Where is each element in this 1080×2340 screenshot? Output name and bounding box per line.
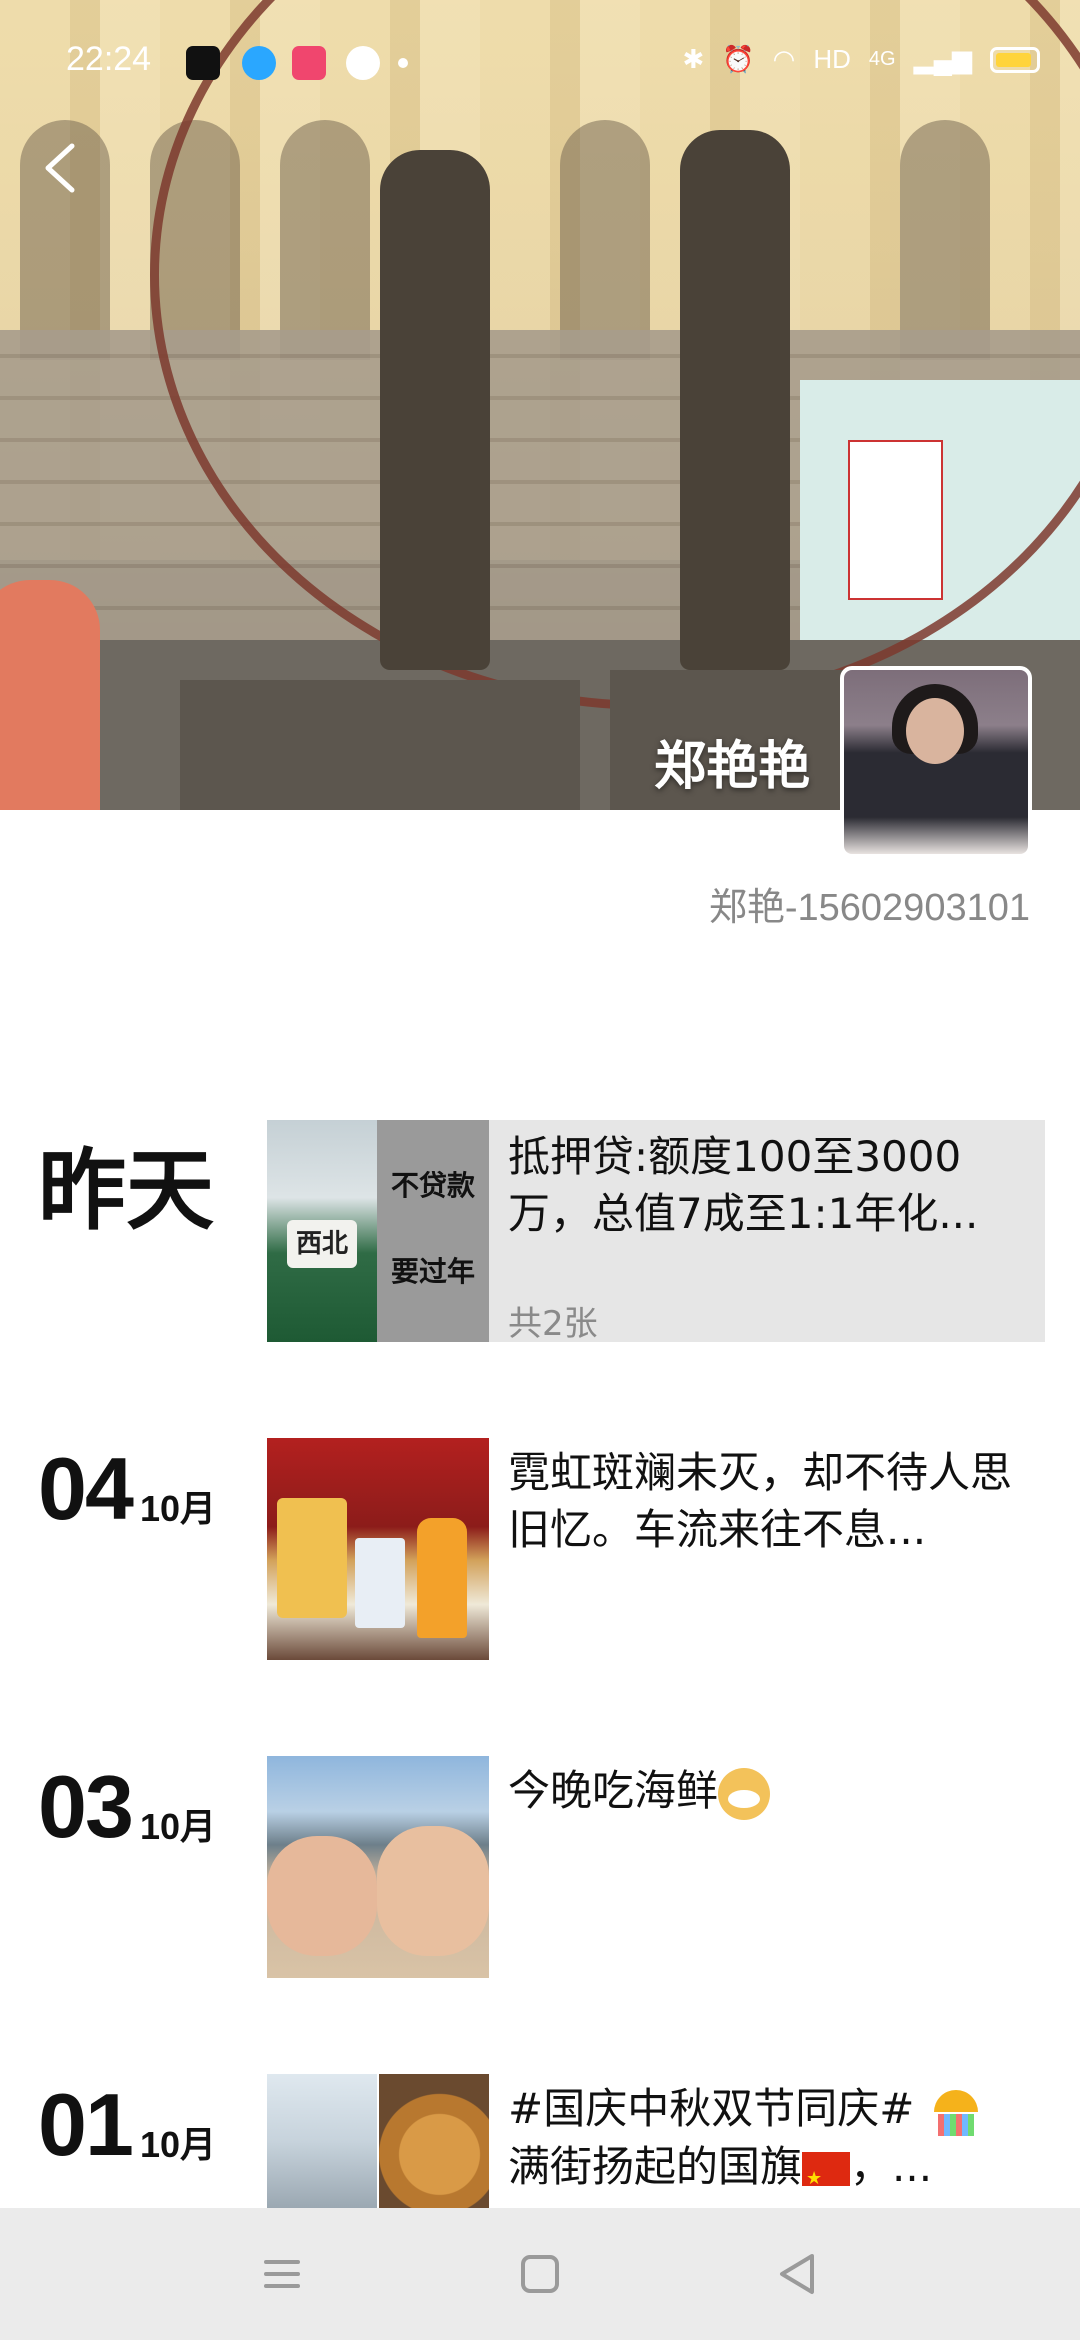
bluetooth-icon: ✱	[682, 44, 705, 74]
feed-thumbnail[interactable]	[267, 2074, 489, 2208]
doge-emoji-icon	[718, 1767, 771, 1820]
feed-date-month: 10月	[140, 1488, 217, 1529]
thumb-photo	[267, 2074, 377, 2208]
signal-icon: ▂▄▆	[913, 44, 972, 74]
feed-text-tail: ，...	[850, 2141, 933, 2191]
thumb-bottle	[417, 1518, 467, 1638]
cover-pedestal	[180, 680, 580, 810]
home-button[interactable]	[510, 2244, 570, 2304]
feed-date-day: 01	[38, 2075, 134, 2174]
feed-date-month: 10月	[140, 1806, 217, 1847]
profile-name[interactable]: 郑艳艳	[654, 724, 810, 799]
browser-icon	[346, 46, 380, 80]
thumb-hand	[267, 1836, 377, 1956]
thumb-photo: 西北	[267, 1120, 377, 1342]
cover-person	[0, 580, 100, 810]
system-nav-bar	[0, 2208, 1080, 2340]
feed-text: 满街扬起的国旗	[508, 2141, 803, 2191]
avatar[interactable]	[840, 666, 1032, 858]
profile-signature: 郑艳-15602903101	[708, 887, 1030, 929]
thumb-photo	[379, 2074, 489, 2208]
tiktok-icon	[186, 46, 220, 80]
feed-thumbnail[interactable]	[267, 1756, 489, 1978]
thumb-popcorn	[277, 1498, 347, 1618]
cover-statue-man	[380, 150, 490, 670]
feed-date-word: 昨天	[38, 1139, 215, 1242]
cellular-label: 4G	[868, 48, 896, 70]
photo-count: 共2张	[508, 1304, 598, 1344]
status-bar: 22:24 ✱ ⏰ ◠ HD 4G ▂▄▆	[0, 0, 1080, 130]
status-right: ✱ ⏰ ◠ HD 4G ▂▄▆	[682, 44, 1040, 75]
square-home-icon	[521, 2255, 559, 2293]
thumb-caption: 不贷款	[390, 1169, 475, 1202]
menu-icon	[264, 2260, 300, 2288]
thumb-photo: 不贷款 要过年	[377, 1120, 489, 1342]
status-time: 22:24	[66, 40, 152, 78]
alarm-icon: ⏰	[722, 44, 755, 74]
cover-statue-woman	[680, 130, 790, 670]
feed-text-block: #国庆中秋双节同庆# 满街扬起的国旗 ，...	[508, 2080, 1038, 2207]
back-button[interactable]	[36, 138, 86, 198]
feed-text: 抵押贷:额度100至3000万，总值7成至1:1年化...	[508, 1132, 979, 1238]
qq-icon	[242, 46, 276, 80]
thumb-tile-text: 西北	[287, 1220, 357, 1268]
feed-thumbnail[interactable]: 西北 不贷款 要过年	[267, 1120, 489, 1342]
china-flag-emoji-icon	[802, 2150, 851, 2207]
nav-back-button[interactable]	[768, 2244, 828, 2304]
chevron-left-icon	[45, 143, 75, 193]
thumb-hand	[377, 1826, 489, 1956]
party-emoji-icon	[928, 2086, 984, 2138]
menu-button[interactable]	[252, 2244, 312, 2304]
wifi-icon: ◠	[772, 44, 796, 74]
feed-text: 今晚吃海鲜	[508, 1766, 719, 1815]
thumb-caption: 要过年	[390, 1255, 475, 1288]
video-app-icon	[292, 46, 326, 80]
feed-date-day: 04	[38, 1439, 134, 1538]
battery-icon	[990, 46, 1040, 73]
feed-date-day: 03	[38, 1757, 134, 1856]
feed-text: 霓虹斑斓未灭，却不待人思旧忆。车流来往不息...	[508, 1448, 1013, 1554]
triangle-back-icon	[780, 2254, 814, 2294]
avatar-photo	[844, 670, 1028, 854]
feed-text: #国庆中秋双节同庆#	[508, 2084, 915, 2133]
feed-thumbnail[interactable]	[267, 1438, 489, 1660]
avatar-face	[906, 698, 964, 764]
more-notifications-icon	[398, 58, 408, 68]
feed-date-month: 10月	[140, 2124, 217, 2165]
feed-text-row: 今晚吃海鲜	[508, 1762, 1038, 1820]
thumb-cup	[355, 1538, 405, 1628]
network-label: HD	[813, 44, 851, 74]
